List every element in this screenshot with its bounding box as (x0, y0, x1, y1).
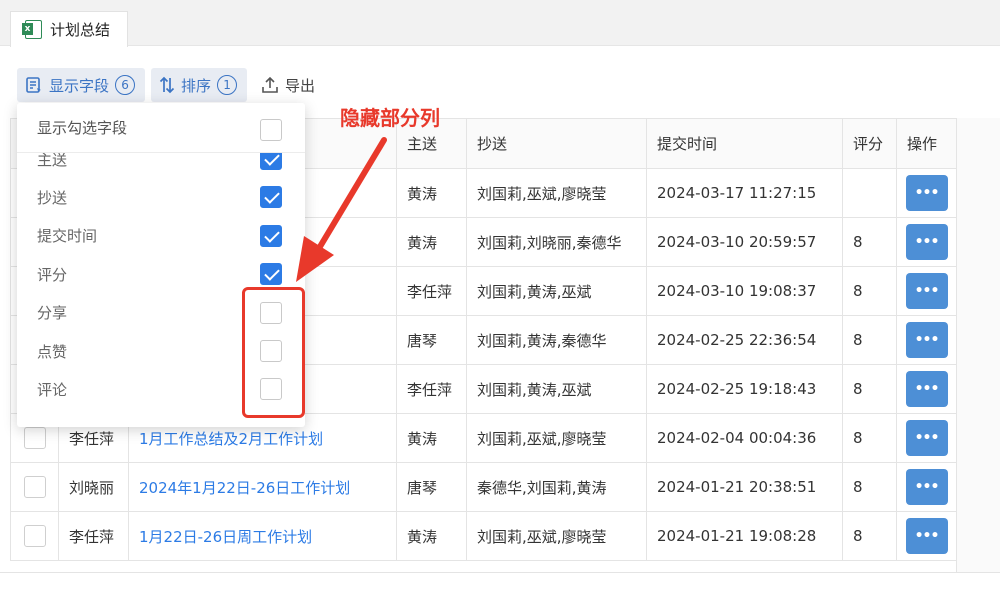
field-checkbox[interactable] (260, 224, 282, 247)
more-actions-button[interactable]: ••• (905, 224, 948, 260)
header-score[interactable]: 评分 (842, 118, 897, 169)
upload-icon (262, 76, 278, 93)
cell-cc: 刘国莉,巫斌,廖晓莹 (466, 511, 647, 561)
tab-label: 计划总结 (50, 21, 111, 39)
cell-to: 黄涛 (396, 511, 467, 561)
cell-to: 黄涛 (396, 413, 467, 463)
row-checkbox[interactable] (23, 427, 46, 449)
cell-control: ••• (896, 462, 957, 512)
sort-count-badge: 1 (217, 75, 238, 95)
more-actions-button[interactable]: ••• (905, 322, 948, 358)
cell-score: 8 (842, 511, 897, 561)
cell-control: ••• (896, 168, 957, 218)
cell-score: 8 (842, 413, 897, 463)
cell-score: 8 (842, 462, 897, 512)
cell-cc: 刘国莉,黄涛,巫斌 (466, 266, 647, 316)
row-checkbox[interactable] (23, 476, 46, 498)
field-option-label: 提交时间 (37, 227, 98, 246)
more-actions-button[interactable]: ••• (905, 518, 948, 554)
field-option-label: 抄送 (37, 189, 68, 208)
field-option-label: 分享 (37, 304, 68, 323)
annotation-text: 隐藏部分列 (340, 106, 440, 130)
cell-cc: 刘国莉,黄涛,巫斌 (466, 364, 647, 414)
tab-plan-summary[interactable]: 计划总结 (10, 11, 128, 47)
cell-score: 8 (842, 217, 897, 267)
cell-cc: 刘国莉,黄涛,秦德华 (466, 315, 647, 365)
panel-header: 显示勾选字段 (17, 103, 305, 153)
cell-score: 8 (842, 364, 897, 414)
cell-control: ••• (896, 511, 957, 561)
sort-label: 排序 (181, 76, 212, 95)
cell-time: 2024-02-25 22:36:54 (646, 315, 843, 365)
highlight-box (242, 287, 305, 418)
header-cc[interactable]: 抄送 (466, 118, 647, 169)
sort-icon (159, 76, 175, 94)
field-checkbox[interactable] (260, 186, 282, 209)
more-actions-button[interactable]: ••• (905, 371, 948, 407)
cell-time: 2024-03-17 11:27:15 (646, 168, 843, 218)
cell-control: ••• (896, 217, 957, 267)
header-actions: 操作 (896, 118, 957, 169)
field-option[interactable]: 提交时间 (17, 217, 305, 255)
cell-sender: 刘晓丽 (58, 462, 129, 512)
field-option-label: 评论 (37, 381, 68, 400)
more-actions-button[interactable]: ••• (905, 469, 948, 505)
row-checkbox[interactable] (23, 525, 46, 547)
cell-score (842, 168, 897, 218)
more-actions-button[interactable]: ••• (905, 420, 948, 456)
cell-time: 2024-03-10 19:08:37 (646, 266, 843, 316)
header-time[interactable]: 提交时间 (646, 118, 843, 169)
cell-control: ••• (896, 413, 957, 463)
excel-file-icon (22, 20, 42, 39)
cell-to: 黄涛 (396, 217, 467, 267)
export-button[interactable]: 导出 (253, 68, 325, 102)
cell-to: 李任萍 (396, 266, 467, 316)
cell-title-link[interactable]: 2024年1月22日-26日工作计划 (128, 462, 397, 512)
cell-cc: 秦德华,刘国莉,黄涛 (466, 462, 647, 512)
select-all-checkbox[interactable] (260, 119, 282, 141)
show-fields-label: 显示字段 (49, 76, 110, 95)
cell-control: ••• (896, 315, 957, 365)
cell-sender: 李任萍 (58, 511, 129, 561)
cell-title-link[interactable]: 1月22日-26日周工作计划 (128, 511, 397, 561)
show-fields-button[interactable]: 显示字段 6 (17, 68, 146, 102)
field-option-label: 点赞 (37, 342, 68, 361)
scroll-area (956, 118, 1000, 576)
cell-to: 唐琴 (396, 462, 467, 512)
cell-score: 8 (842, 266, 897, 316)
cell-control: ••• (896, 266, 957, 316)
cell-time: 2024-01-21 20:38:51 (646, 462, 843, 512)
cell-to: 李任萍 (396, 364, 467, 414)
field-checkbox[interactable] (260, 263, 282, 286)
panel-header-label: 显示勾选字段 (37, 119, 128, 137)
field-option-label: 评分 (37, 265, 68, 284)
field-option[interactable]: 抄送 (17, 178, 305, 216)
table-row[interactable]: 刘晓丽 2024年1月22日-26日工作计划 唐琴 秦德华,刘国莉,黄涛 2024-01… (10, 462, 957, 512)
cell-time: 2024-02-04 00:04:36 (646, 413, 843, 463)
cell-cc: 刘国莉,刘晓丽,秦德华 (466, 217, 647, 267)
toolbar: 显示字段 6 排序 1 导出 (17, 68, 325, 102)
more-actions-button[interactable]: ••• (905, 273, 948, 309)
cell-score: 8 (842, 315, 897, 365)
cell-control (10, 462, 59, 512)
more-actions-button[interactable]: ••• (905, 175, 948, 211)
sort-button[interactable]: 排序 1 (151, 68, 248, 102)
field-list-icon (26, 77, 41, 93)
bottom-bar (0, 572, 1000, 590)
cell-cc: 刘国莉,巫斌,廖晓莹 (466, 168, 647, 218)
cell-cc: 刘国莉,巫斌,廖晓莹 (466, 413, 647, 463)
cell-control (10, 511, 59, 561)
export-label: 导出 (285, 76, 316, 95)
table-row[interactable]: 李任萍 1月22日-26日周工作计划 黄涛 刘国莉,巫斌,廖晓莹 2024-01-21 … (10, 511, 957, 561)
fields-count-badge: 6 (115, 75, 136, 95)
tab-bar: 计划总结 (0, 0, 1000, 47)
cell-time: 2024-03-10 20:59:57 (646, 217, 843, 267)
cell-time: 2024-02-25 19:18:43 (646, 364, 843, 414)
cell-time: 2024-01-21 19:08:28 (646, 511, 843, 561)
cell-to: 黄涛 (396, 168, 467, 218)
cell-to: 唐琴 (396, 315, 467, 365)
cell-control: ••• (896, 364, 957, 414)
